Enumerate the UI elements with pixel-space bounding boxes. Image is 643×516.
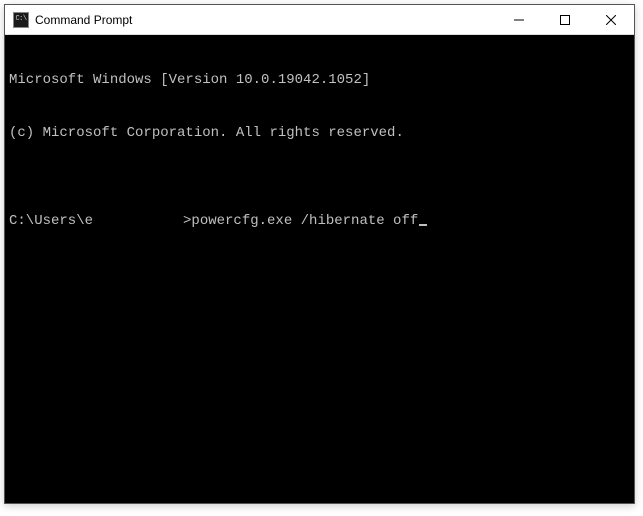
close-icon: [606, 15, 616, 25]
terminal-version-line: Microsoft Windows [Version 10.0.19042.10…: [9, 72, 630, 90]
terminal-prompt-line: C:\Users\e >powercfg.exe /hibernate off: [9, 212, 630, 231]
titlebar[interactable]: C:\ Command Prompt: [5, 5, 634, 35]
close-button[interactable]: [588, 5, 634, 34]
prompt-redacted-username: [93, 214, 183, 226]
command-prompt-window: C:\ Command Prompt Microsoft Windows [Ve…: [4, 4, 635, 504]
maximize-button[interactable]: [542, 5, 588, 34]
command-prompt-icon: C:\: [13, 12, 29, 28]
terminal-copyright-line: (c) Microsoft Corporation. All rights re…: [9, 125, 630, 143]
window-controls: [496, 5, 634, 34]
minimize-button[interactable]: [496, 5, 542, 34]
prompt-suffix: >: [183, 213, 191, 231]
text-cursor: [419, 224, 427, 226]
minimize-icon: [514, 15, 524, 25]
app-icon-glyph: C:\: [15, 16, 26, 23]
window-title: Command Prompt: [35, 13, 132, 27]
maximize-icon: [560, 15, 570, 25]
prompt-path-prefix: C:\Users\e: [9, 213, 93, 231]
terminal-area[interactable]: Microsoft Windows [Version 10.0.19042.10…: [5, 35, 634, 503]
typed-command: powercfg.exe /hibernate off: [191, 213, 418, 231]
